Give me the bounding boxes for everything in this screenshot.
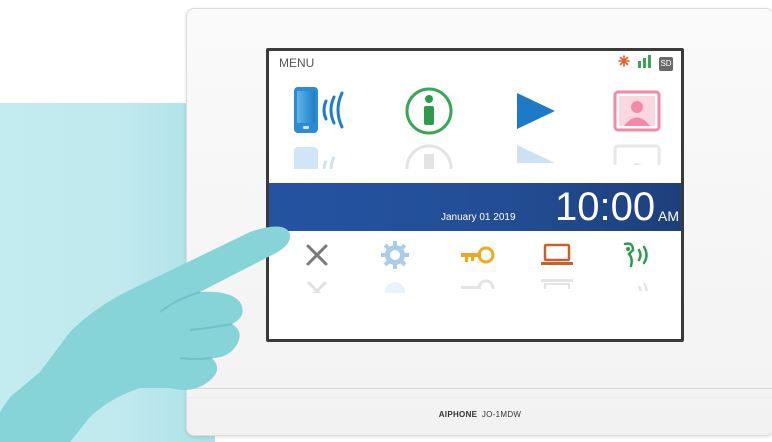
settings-reflection	[375, 277, 415, 293]
unlock-button[interactable]	[455, 237, 499, 277]
phone-wireless-reflection	[283, 143, 363, 169]
ampm-label: AM	[658, 208, 679, 224]
model-name: JO-1MDW	[481, 410, 522, 419]
playback-button[interactable]	[505, 87, 565, 139]
time-label: 10:00	[555, 185, 656, 229]
key-reflection	[455, 277, 499, 289]
intercom-call-button[interactable]	[283, 85, 363, 142]
photo-reflection	[607, 143, 667, 165]
pointing-hand-illustration	[0, 226, 291, 442]
photo-button[interactable]	[607, 87, 667, 139]
photo-icon	[612, 89, 662, 138]
play-reflection	[505, 143, 565, 163]
touch-screen: MENU SD January 01 2019 10:00 AM	[266, 48, 684, 342]
close-reflection	[297, 277, 337, 293]
speaker-icon	[619, 240, 655, 275]
info-icon	[404, 86, 454, 141]
info-button[interactable]	[399, 87, 459, 139]
settings-gear-icon	[380, 240, 410, 275]
no-broadcast-icon	[617, 54, 631, 73]
brand-name: AIPHONE	[438, 410, 478, 419]
play-icon	[513, 91, 557, 136]
sd-card-icon: SD	[659, 56, 673, 71]
pc-button[interactable]	[535, 237, 579, 277]
close-icon	[305, 243, 329, 272]
speaker-button[interactable]	[615, 237, 659, 277]
laptop-reflection	[535, 277, 579, 289]
phone-wireless-icon	[284, 85, 362, 142]
settings-button[interactable]	[375, 237, 415, 277]
speaker-reflection	[615, 277, 659, 291]
key-icon	[459, 245, 495, 270]
signal-bars-icon	[637, 54, 653, 73]
close-button[interactable]	[297, 237, 337, 277]
clock-bar: January 01 2019 10:00 AM	[269, 183, 681, 231]
date-label: January 01 2019	[441, 212, 516, 223]
info-reflection	[399, 143, 459, 169]
laptop-icon	[540, 243, 574, 272]
menu-title: MENU	[279, 56, 315, 70]
status-bar: SD	[617, 54, 673, 73]
